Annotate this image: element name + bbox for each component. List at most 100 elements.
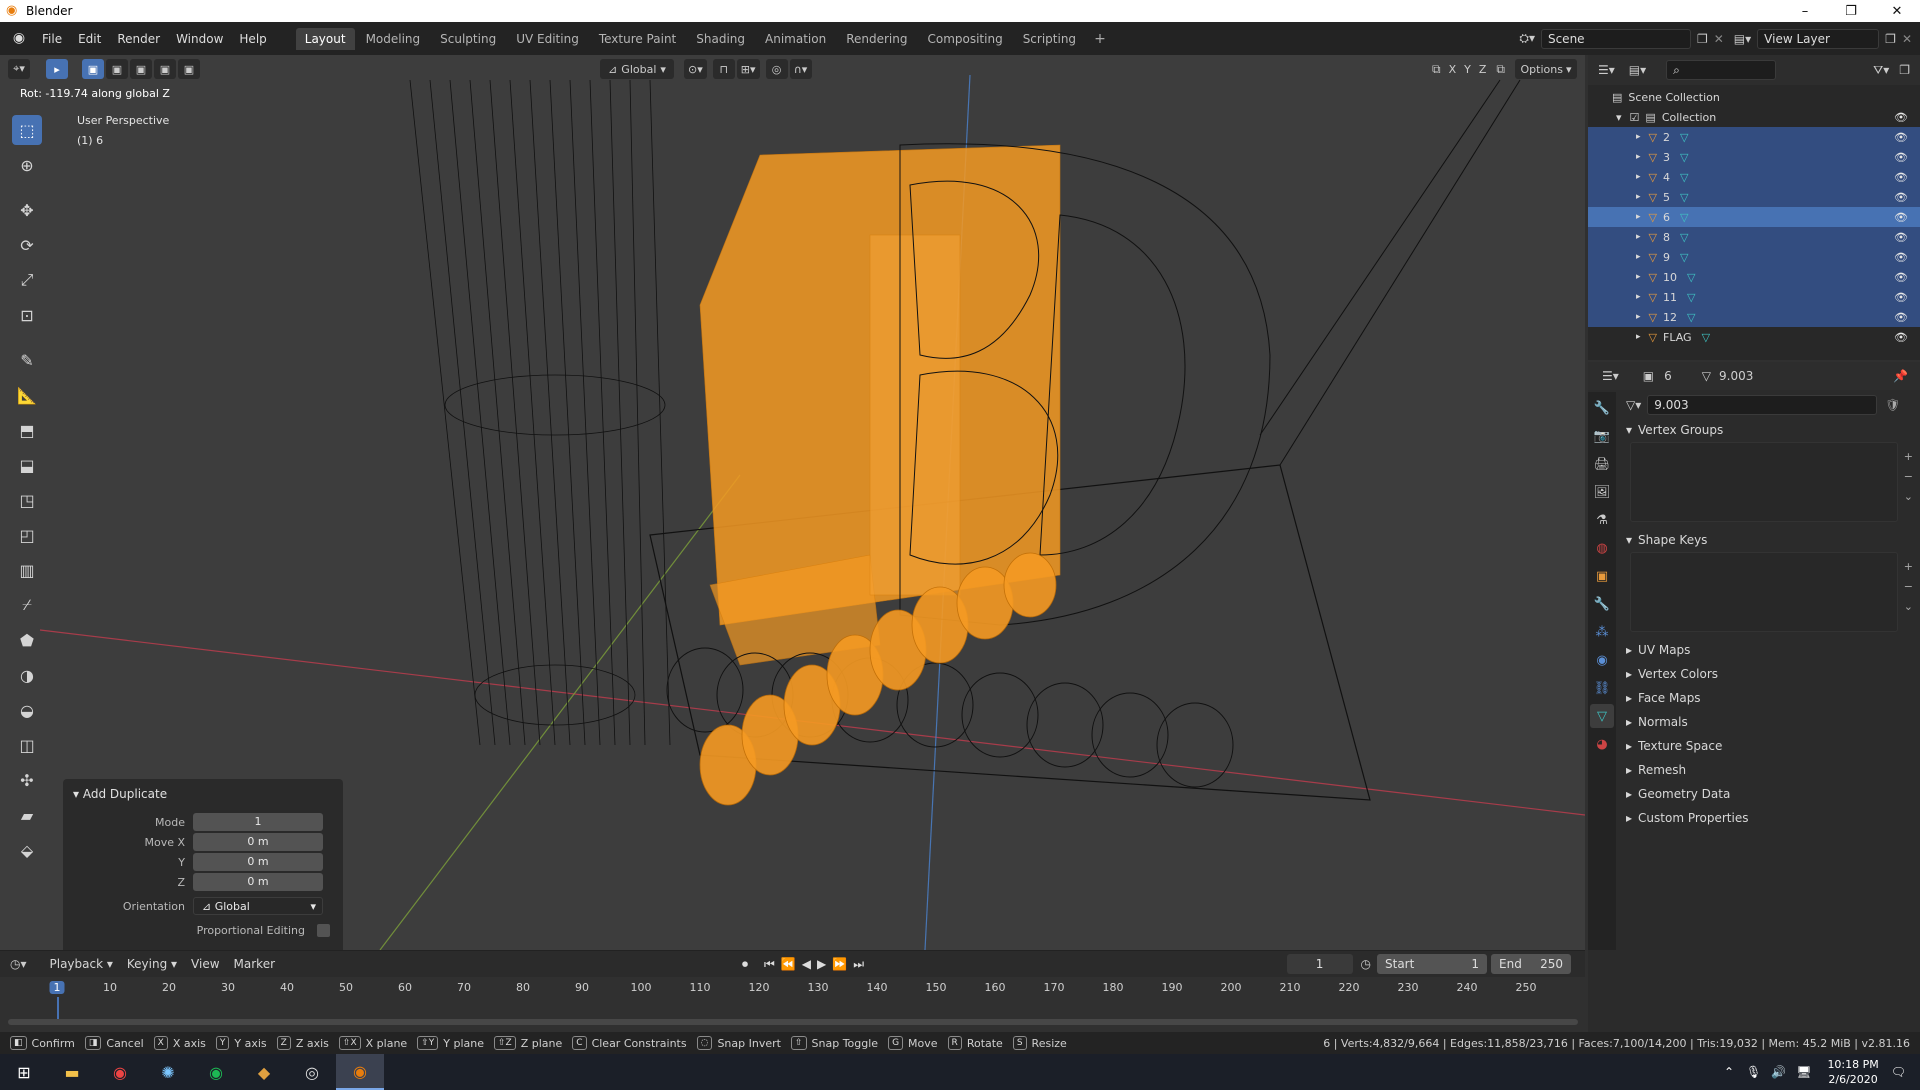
- davinci-resolve-icon[interactable]: ✺: [144, 1054, 192, 1090]
- render-tab-icon[interactable]: 📷: [1590, 424, 1614, 448]
- cursor-tool-icon[interactable]: ⊕: [12, 150, 42, 180]
- vertex-colors-panel-header[interactable]: ▸ Vertex Colors: [1618, 662, 1918, 686]
- fake-user-icon[interactable]: 🛡: [1885, 398, 1900, 412]
- expand-arrow-icon[interactable]: ▾: [1616, 111, 1622, 124]
- mode-subtract-icon[interactable]: ▣: [130, 59, 152, 79]
- annotate-tool-icon[interactable]: ✎: [12, 345, 42, 375]
- new-collection-icon[interactable]: ❐: [1899, 63, 1910, 77]
- tab-animation[interactable]: Animation: [756, 28, 835, 50]
- snap-icon[interactable]: ⊓: [712, 59, 735, 79]
- modifier-tab-icon[interactable]: 🔧: [1590, 592, 1614, 616]
- select-box-icon[interactable]: ▸: [46, 59, 68, 79]
- shrink-fatten-tool-icon[interactable]: ✣: [12, 765, 42, 795]
- scale-tool-icon[interactable]: ⤢: [12, 265, 42, 295]
- view-layer-selector[interactable]: View Layer: [1757, 28, 1880, 49]
- extrude-tool-icon[interactable]: ⬓: [12, 450, 42, 480]
- constraints-tab-icon[interactable]: ⛓: [1590, 676, 1614, 700]
- mesh-name-field[interactable]: 9.003: [1647, 395, 1878, 415]
- outliner-object-row[interactable]: ▸ ▽ 9 ▽ 👁: [1588, 247, 1920, 267]
- menu-edit[interactable]: Edit: [70, 32, 109, 46]
- preview-range-icon[interactable]: ◷: [1361, 957, 1371, 971]
- tab-layout[interactable]: Layout: [295, 27, 355, 50]
- prev-keyframe-icon[interactable]: ⏪: [781, 957, 796, 971]
- eye-icon[interactable]: 👁: [1894, 171, 1908, 184]
- filter-icon[interactable]: ⛛▾: [1873, 63, 1889, 78]
- mirror-x-toggle[interactable]: X: [1449, 63, 1457, 76]
- menu-keying[interactable]: Keying ▾: [120, 957, 184, 971]
- tab-texture-paint[interactable]: Texture Paint: [590, 28, 685, 50]
- chevron-down-icon[interactable]: ⌄: [1904, 597, 1913, 617]
- notifications-icon[interactable]: 🗨: [1891, 1065, 1906, 1079]
- start-frame-field[interactable]: Start 1: [1377, 954, 1487, 974]
- outliner-object-row[interactable]: ▸ ▽ 3 ▽ 👁: [1588, 147, 1920, 167]
- add-icon[interactable]: +: [1904, 557, 1913, 577]
- pivot-icon[interactable]: ⊙▾: [684, 59, 707, 79]
- jump-end-icon[interactable]: ⏭: [853, 957, 864, 972]
- mode-extend-icon[interactable]: ▣: [106, 59, 128, 79]
- menu-help[interactable]: Help: [231, 32, 274, 46]
- eye-icon[interactable]: 👁: [1894, 231, 1908, 244]
- close-button[interactable]: ✕: [1874, 4, 1920, 19]
- display-mode-icon[interactable]: ▤▾: [1629, 63, 1646, 77]
- eye-icon[interactable]: 👁: [1894, 151, 1908, 164]
- editor-type-icon[interactable]: ⌖▾: [8, 59, 30, 79]
- move-z-field[interactable]: 0 m: [193, 873, 323, 891]
- mirror-y-toggle[interactable]: Y: [1464, 63, 1471, 76]
- collection-checkbox[interactable]: ☑: [1630, 111, 1640, 124]
- view-layer-icon[interactable]: ▤▾: [1734, 32, 1751, 46]
- outliner-object-row[interactable]: ▸ ▽ FLAG ▽ 👁: [1588, 327, 1920, 347]
- normals-panel-header[interactable]: ▸ Normals: [1618, 710, 1918, 734]
- eye-icon[interactable]: 👁: [1894, 291, 1908, 304]
- loop-cut-tool-icon[interactable]: ▥: [12, 555, 42, 585]
- volume-icon[interactable]: 🔊: [1771, 1065, 1786, 1079]
- outliner-editor-icon[interactable]: ☰▾: [1598, 63, 1615, 77]
- move-x-field[interactable]: 0 m: [193, 833, 323, 851]
- tab-shading[interactable]: Shading: [687, 28, 754, 50]
- mode-difference-icon[interactable]: ▣: [154, 59, 176, 79]
- microphone-icon[interactable]: 🎙: [1746, 1065, 1761, 1079]
- proportional-editing-checkbox[interactable]: [317, 923, 330, 937]
- outliner-object-row[interactable]: ▸ ▽ 12 ▽ 👁: [1588, 307, 1920, 327]
- options-dropdown[interactable]: Options ▾: [1515, 59, 1577, 79]
- obs-icon[interactable]: ◎: [288, 1054, 336, 1090]
- custom-properties-panel-header[interactable]: ▸ Custom Properties: [1618, 806, 1918, 830]
- timeline-scrollbar[interactable]: [8, 1019, 1578, 1025]
- mesh-browse-icon[interactable]: ▽▾: [1626, 398, 1641, 412]
- world-tab-icon[interactable]: ◍: [1590, 536, 1614, 560]
- chrome-icon[interactable]: ◉: [96, 1054, 144, 1090]
- rip-tool-icon[interactable]: ⬙: [12, 835, 42, 865]
- shear-tool-icon[interactable]: ▰: [12, 800, 42, 830]
- delete-scene-icon[interactable]: ✕: [1714, 32, 1724, 46]
- uv-maps-panel-header[interactable]: ▸ UV Maps: [1618, 638, 1918, 662]
- menu-view[interactable]: View: [184, 957, 226, 971]
- view-layer-tab-icon[interactable]: 🖼: [1590, 480, 1614, 504]
- menu-marker[interactable]: Marker: [227, 957, 282, 971]
- scene-collection-row[interactable]: ▤ Scene Collection: [1588, 87, 1920, 107]
- eye-icon[interactable]: 👁: [1894, 211, 1908, 224]
- tab-modeling[interactable]: Modeling: [357, 28, 430, 50]
- delete-view-layer-icon[interactable]: ✕: [1902, 32, 1912, 46]
- orientation-dropdown[interactable]: ⊿ Global ▾: [600, 59, 674, 79]
- menu-file[interactable]: File: [34, 32, 70, 46]
- file-explorer-icon[interactable]: ▬: [48, 1054, 96, 1090]
- auto-merge-icon[interactable]: ⧉: [1496, 62, 1505, 77]
- next-keyframe-icon[interactable]: ⏩: [832, 957, 847, 971]
- move-y-field[interactable]: 0 m: [193, 853, 323, 871]
- menu-playback[interactable]: Playback ▾: [43, 957, 120, 971]
- network-icon[interactable]: 🖥: [1796, 1065, 1811, 1079]
- blender-taskbar-icon[interactable]: ◉: [336, 1054, 384, 1090]
- knife-tool-icon[interactable]: ⌿: [12, 590, 42, 620]
- pin-icon[interactable]: 📌: [1893, 369, 1908, 383]
- move-tool-icon[interactable]: ✥: [12, 195, 42, 225]
- inset-tool-icon[interactable]: ◳: [12, 485, 42, 515]
- vertex-groups-panel-header[interactable]: ▾ Vertex Groups: [1618, 418, 1918, 442]
- new-view-layer-icon[interactable]: ❐: [1885, 32, 1896, 46]
- remove-icon[interactable]: −: [1904, 577, 1913, 597]
- eye-icon[interactable]: 👁: [1894, 331, 1908, 344]
- spotify-icon[interactable]: ◉: [192, 1054, 240, 1090]
- outliner-object-row[interactable]: ▸ ▽ 8 ▽ 👁: [1588, 227, 1920, 247]
- eye-icon[interactable]: 👁: [1894, 251, 1908, 264]
- mesh-data-tab-icon[interactable]: ▽: [1590, 704, 1614, 728]
- geometry-data-panel-header[interactable]: ▸ Geometry Data: [1618, 782, 1918, 806]
- falloff-icon[interactable]: ∩▾: [789, 59, 812, 79]
